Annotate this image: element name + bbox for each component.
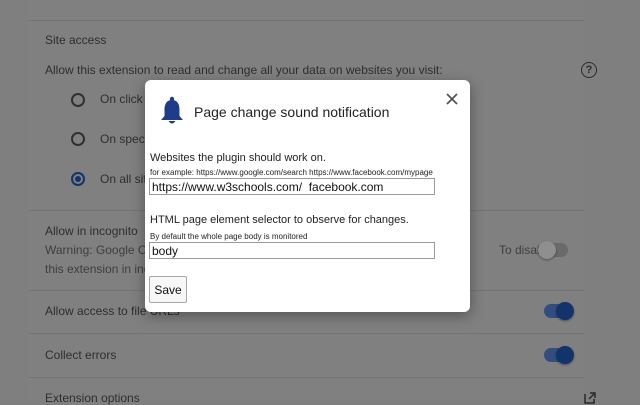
radio-label-on-specific-sites: On specif [100, 132, 151, 146]
radio-label-on-click: On click [100, 92, 143, 106]
divider [28, 333, 584, 334]
selector-hint: By default the whole page body is monito… [150, 232, 308, 241]
radio-on-all-sites[interactable] [71, 172, 85, 186]
incognito-warning-line2: this extension in inco [45, 262, 157, 276]
help-icon[interactable]: ? [581, 62, 597, 78]
selector-input[interactable] [149, 242, 435, 259]
file-urls-toggle[interactable] [544, 302, 574, 320]
websites-input[interactable] [149, 178, 435, 195]
radio-label-on-all-sites: On all sit [100, 172, 147, 186]
radio-on-specific-sites[interactable] [71, 132, 85, 146]
open-external-icon[interactable] [584, 392, 596, 404]
site-access-heading: Site access [45, 33, 107, 47]
collect-errors-toggle[interactable] [544, 346, 574, 364]
save-button[interactable]: Save [149, 276, 187, 303]
options-dialog: Page change sound notification Websites … [145, 80, 470, 312]
incognito-heading: Allow in incognito [45, 224, 138, 238]
site-access-description: Allow this extension to read and change … [45, 63, 443, 77]
toggle-knob [556, 302, 574, 320]
incognito-toggle[interactable] [538, 241, 568, 259]
incognito-warning: Warning: Google Chr [45, 243, 158, 257]
divider [28, 377, 584, 378]
collect-errors-label: Collect errors [45, 348, 117, 362]
toggle-knob [538, 241, 556, 259]
dialog-title: Page change sound notification [194, 104, 390, 120]
selector-label: HTML page element selector to observe fo… [150, 214, 409, 226]
websites-hint: for example: https://www.google.com/sear… [150, 168, 433, 177]
close-icon[interactable] [445, 92, 459, 106]
extension-options-label[interactable]: Extension options [45, 391, 140, 405]
radio-on-click[interactable] [71, 93, 85, 107]
bell-icon [161, 96, 183, 124]
toggle-knob [556, 346, 574, 364]
websites-label: Websites the plugin should work on. [150, 152, 326, 164]
divider [28, 20, 584, 21]
